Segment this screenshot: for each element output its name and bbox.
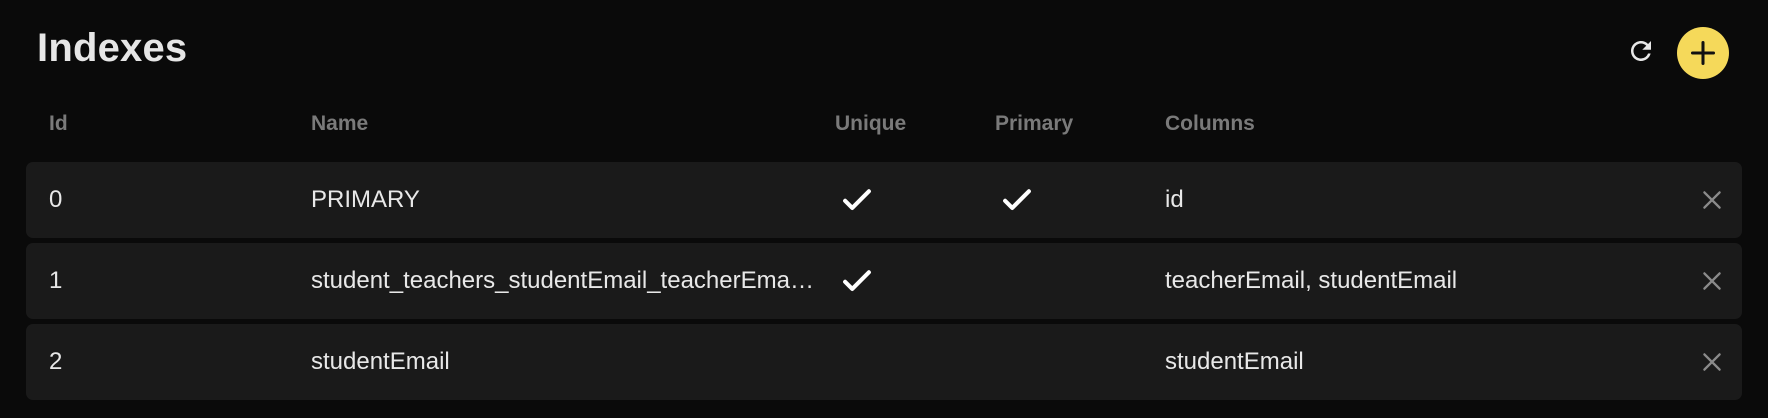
primary-cell <box>997 324 1037 400</box>
index-id: 2 <box>49 324 62 400</box>
table-row[interactable]: 0 PRIMARY id <box>26 162 1742 238</box>
index-id-text: 2 <box>49 348 63 375</box>
column-header-id[interactable]: Id <box>49 112 68 136</box>
index-columns-text: studentEmail <box>1165 348 1304 375</box>
index-id: 1 <box>49 243 62 319</box>
plus-icon <box>1690 40 1716 66</box>
table-header: Id Name Unique Primary Columns <box>0 112 1768 136</box>
index-id: 0 <box>49 162 62 238</box>
index-columns-text: id <box>1165 186 1184 213</box>
column-header-primary[interactable]: Primary <box>995 112 1073 136</box>
index-columns: teacherEmail, studentEmail <box>1165 243 1457 319</box>
unique-cell <box>837 162 877 238</box>
check-icon <box>838 181 876 219</box>
primary-cell <box>997 162 1037 238</box>
page-title: Indexes <box>37 26 188 70</box>
index-columns: id <box>1165 162 1184 238</box>
table-row[interactable]: 2 studentEmail studentEmail <box>26 324 1742 400</box>
column-header-columns[interactable]: Columns <box>1165 112 1255 136</box>
index-name: student_teachers_studentEmail_teacherEma… <box>311 243 816 319</box>
column-header-unique[interactable]: Unique <box>835 112 906 136</box>
add-index-button[interactable] <box>1677 27 1729 79</box>
index-id-text: 0 <box>49 186 63 213</box>
column-header-name[interactable]: Name <box>311 112 368 136</box>
index-id-text: 1 <box>49 267 63 294</box>
index-name: studentEmail <box>311 324 816 400</box>
delete-index-button[interactable] <box>1694 324 1730 400</box>
delete-index-button[interactable] <box>1694 162 1730 238</box>
refresh-button[interactable] <box>1620 30 1662 72</box>
index-name-text: PRIMARY <box>311 186 420 213</box>
delete-index-button[interactable] <box>1694 243 1730 319</box>
indexes-panel: Indexes Id Name Unique Primary Columns 0… <box>0 0 1768 418</box>
primary-cell <box>997 243 1037 319</box>
index-name-text: student_teachers_studentEmail_teacherEma… <box>311 267 816 294</box>
index-name-text: studentEmail <box>311 348 450 375</box>
index-columns-text: teacherEmail, studentEmail <box>1165 267 1458 294</box>
check-icon <box>998 181 1036 219</box>
close-icon <box>1699 268 1725 294</box>
index-name: PRIMARY <box>311 162 816 238</box>
table-row[interactable]: 1 student_teachers_studentEmail_teacherEm… <box>26 243 1742 319</box>
index-columns: studentEmail <box>1165 324 1304 400</box>
unique-cell <box>837 243 877 319</box>
refresh-icon <box>1631 41 1651 61</box>
close-icon <box>1699 349 1725 375</box>
unique-cell <box>837 324 877 400</box>
check-icon <box>838 262 876 300</box>
close-icon <box>1699 187 1725 213</box>
